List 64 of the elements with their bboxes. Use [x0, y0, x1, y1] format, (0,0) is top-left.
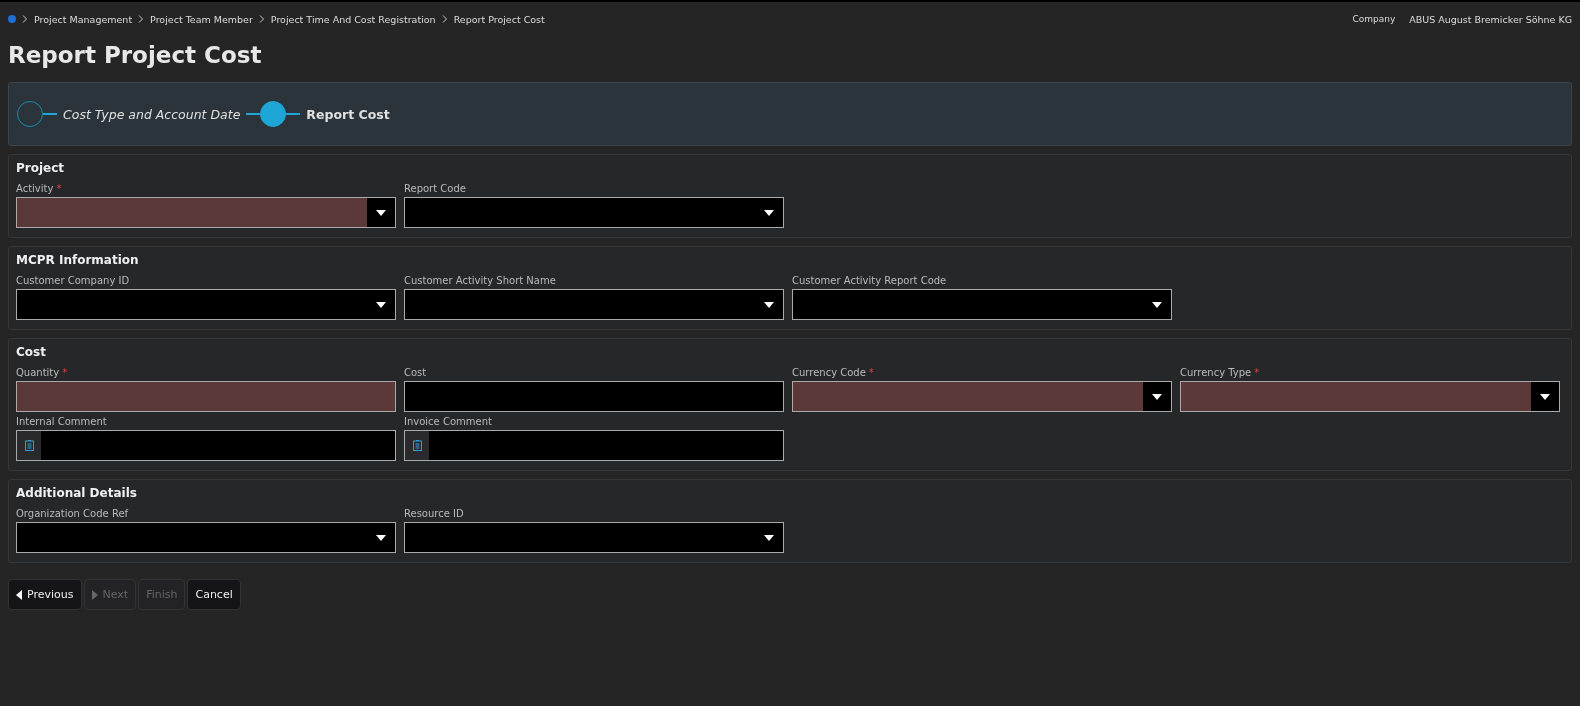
section-title: Additional Details — [16, 486, 138, 500]
field-label: Quantity — [16, 367, 60, 378]
chevron-right-icon — [441, 15, 448, 23]
company-name: ABUS August Bremicker Söhne KG — [1409, 13, 1572, 25]
chevron-right-icon — [138, 15, 145, 23]
field-label: Invoice Comment — [404, 416, 492, 427]
dropdown-field[interactable] — [1180, 381, 1560, 412]
clipboard-icon — [24, 440, 34, 451]
triangle-left-icon — [16, 589, 22, 600]
dropdown-field[interactable] — [792, 381, 1172, 412]
comment-field[interactable] — [16, 430, 396, 461]
company-label: Company — [1352, 14, 1396, 24]
field-label: Customer Company ID — [16, 275, 130, 286]
field-label: Report Code — [404, 183, 466, 194]
home-dot-icon[interactable] — [8, 15, 16, 23]
dropdown-caret-icon — [764, 301, 774, 308]
step-label[interactable]: Report Cost — [306, 106, 390, 122]
dropdown-caret-icon — [1540, 393, 1550, 400]
input-field[interactable] — [16, 381, 396, 412]
dropdown-caret-icon — [1152, 393, 1162, 400]
chevron-right-icon — [22, 15, 28, 23]
dropdown-field[interactable] — [16, 197, 396, 228]
section-title: MCPR Information — [16, 253, 140, 267]
breadcrumb-link[interactable]: Report Project Cost — [453, 13, 545, 25]
dropdown-caret-icon — [376, 301, 386, 308]
chevron-right-icon — [258, 15, 265, 23]
triangle-right-icon — [91, 589, 98, 600]
dropdown-caret-icon — [764, 534, 774, 541]
wizard-button[interactable]: Cancel — [187, 579, 241, 610]
wizard-button[interactable]: Previous — [8, 579, 82, 610]
breadcrumb-link[interactable]: Project Management — [34, 13, 133, 25]
step-label[interactable]: Cost Type and Account Date — [63, 106, 241, 122]
required-asterisk: * — [1254, 367, 1260, 378]
field-label: Currency Code — [792, 367, 866, 378]
page-title: Report Project Cost — [8, 42, 263, 68]
dropdown-caret-icon — [764, 209, 774, 216]
field-label: Activity — [16, 183, 54, 194]
field-label: Currency Type — [1180, 367, 1252, 378]
section-title: Project — [16, 161, 66, 175]
dropdown-field[interactable] — [792, 289, 1172, 320]
breadcrumb-link[interactable]: Project Time And Cost Registration — [270, 13, 436, 25]
field-label: Customer Activity Report Code — [792, 275, 947, 286]
breadcrumb-link[interactable]: Project Team Member — [150, 13, 253, 25]
field-label: Organization Code Ref — [16, 508, 129, 519]
step-circle[interactable] — [260, 101, 287, 127]
dropdown-field[interactable] — [404, 522, 784, 553]
dropdown-caret-icon — [376, 534, 386, 541]
comment-field[interactable] — [404, 430, 784, 461]
dropdown-caret-icon — [1152, 301, 1162, 308]
section-title: Cost — [16, 345, 47, 359]
field-label: Internal Comment — [16, 416, 107, 427]
required-asterisk: * — [868, 367, 874, 378]
input-field[interactable] — [404, 381, 784, 412]
dropdown-field[interactable] — [404, 197, 784, 228]
field-label: Cost — [404, 367, 427, 378]
field-label: Customer Activity Short Name — [404, 275, 556, 286]
field-label: Resource ID — [404, 508, 464, 519]
dropdown-field[interactable] — [16, 522, 396, 553]
dropdown-field[interactable] — [16, 289, 396, 320]
required-asterisk: * — [56, 183, 62, 194]
required-asterisk: * — [62, 367, 68, 378]
clipboard-icon — [412, 440, 422, 451]
dropdown-caret-icon — [376, 209, 386, 216]
dropdown-field[interactable] — [404, 289, 784, 320]
